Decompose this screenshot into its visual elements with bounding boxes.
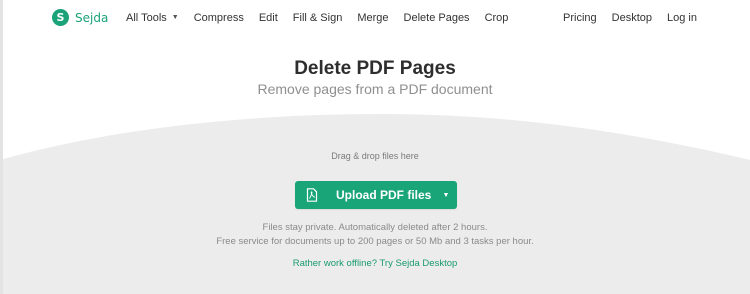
nav-merge[interactable]: Merge	[357, 12, 388, 24]
nav-compress[interactable]: Compress	[194, 12, 244, 24]
privacy-info: Files stay private. Automatically delete…	[262, 222, 488, 233]
nav-fill-sign[interactable]: Fill & Sign	[293, 12, 343, 24]
upload-pdf-button[interactable]: Upload PDF files ▼	[295, 181, 457, 209]
pdf-file-icon	[306, 188, 318, 202]
sejda-logo[interactable]: S Sejda	[52, 9, 108, 26]
page-subtitle: Remove pages from a PDF document	[257, 81, 493, 97]
nav-pricing[interactable]: Pricing	[563, 12, 597, 24]
upload-main-area[interactable]: Upload PDF files	[295, 181, 435, 209]
limits-info: Free service for documents up to 200 pag…	[216, 236, 534, 247]
nav-crop[interactable]: Crop	[485, 12, 509, 24]
nav-login[interactable]: Log in	[667, 12, 697, 24]
nav-right-menu: Pricing Desktop Log in	[563, 12, 697, 24]
nav-desktop[interactable]: Desktop	[612, 12, 652, 24]
window-edge	[0, 0, 3, 294]
upload-label: Upload PDF files	[336, 188, 432, 202]
nav-delete-pages[interactable]: Delete Pages	[404, 12, 470, 24]
sejda-desktop-link[interactable]: Rather work offline? Try Sejda Desktop	[0, 258, 750, 269]
logo-text: Sejda	[75, 10, 109, 25]
nav-all-tools[interactable]: All Tools ▼	[126, 12, 179, 24]
upload-options-dropdown[interactable]: ▼	[435, 181, 457, 209]
page-title: Delete PDF Pages	[294, 58, 456, 79]
logo-badge-icon: S	[52, 9, 69, 26]
nav-left-menu: All Tools ▼ Compress Edit Fill & Sign Me…	[126, 12, 523, 24]
nav-all-tools-label: All Tools	[126, 12, 167, 24]
drag-drop-hint: Drag & drop files here	[331, 151, 419, 161]
chevron-down-icon: ▼	[171, 13, 179, 21]
nav-edit[interactable]: Edit	[259, 12, 278, 24]
caret-down-icon: ▼	[442, 191, 450, 199]
top-nav: S Sejda All Tools ▼ Compress Edit Fill &…	[0, 0, 750, 38]
